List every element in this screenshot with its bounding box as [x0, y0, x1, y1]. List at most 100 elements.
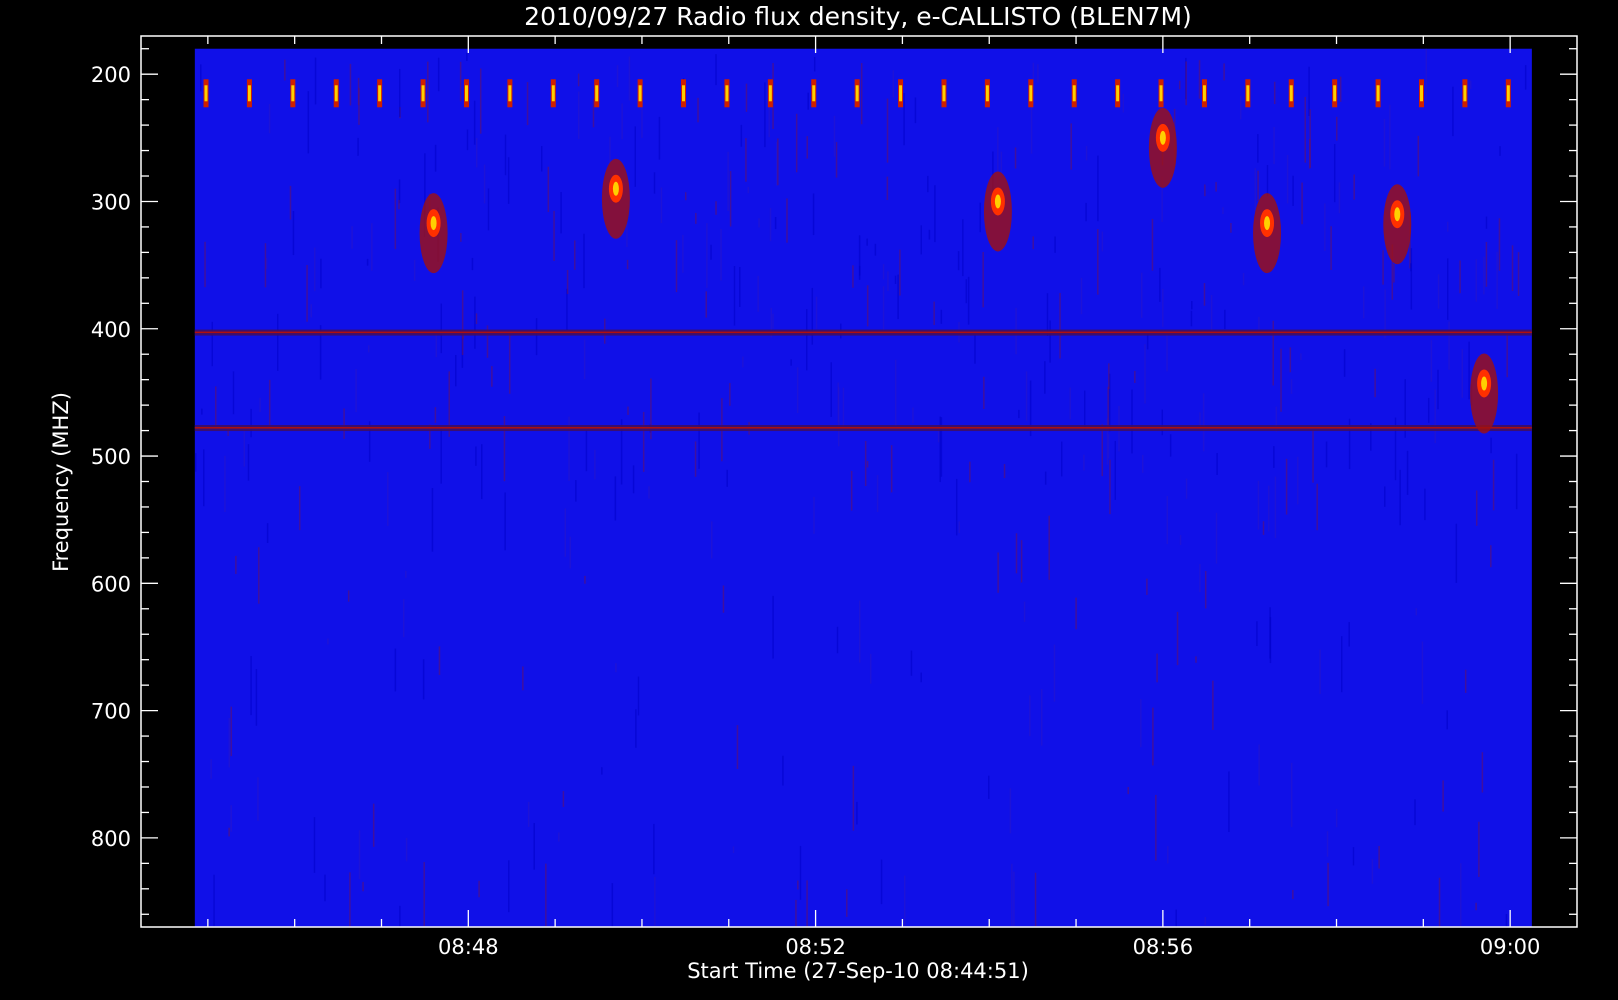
noise-streak — [583, 233, 585, 289]
noise-streak — [1228, 771, 1230, 833]
noise-streak — [255, 669, 258, 726]
y-tick-label: 700 — [91, 700, 131, 724]
noise-streak — [257, 777, 259, 821]
noise-streak — [266, 523, 269, 543]
noise-streak — [858, 600, 861, 663]
noise-streak — [440, 427, 442, 484]
noise-streak — [1032, 236, 1034, 250]
noise-streak — [903, 93, 905, 146]
noise-streak — [914, 97, 917, 124]
noise-streak — [1097, 155, 1099, 222]
noise-streak — [460, 233, 462, 242]
noise-streak — [1343, 349, 1346, 377]
noise-streak — [1393, 263, 1395, 283]
noise-streak — [1483, 256, 1485, 295]
noise-streak — [358, 830, 361, 880]
noise-streak — [1464, 669, 1467, 693]
y-tick-label: 200 — [91, 63, 131, 87]
noise-streak — [1159, 267, 1161, 302]
noise-streak — [1286, 155, 1289, 204]
noise-streak — [621, 103, 623, 140]
noise-streak — [615, 663, 617, 673]
noise-streak — [1204, 184, 1206, 197]
noise-streak — [1425, 48, 1427, 104]
noise-streak — [1297, 456, 1299, 505]
noise-streak — [842, 387, 845, 428]
noise-streak — [1085, 145, 1088, 161]
noise-streak — [799, 845, 802, 900]
noise-streak — [745, 138, 747, 182]
noise-streak — [769, 208, 772, 242]
interference-core — [725, 85, 729, 102]
noise-streak — [1316, 483, 1318, 531]
noise-streak — [1175, 909, 1177, 927]
noise-streak — [836, 626, 839, 654]
noise-streak — [250, 655, 252, 716]
y-tick-label: 600 — [91, 572, 131, 596]
burst-core — [430, 216, 437, 231]
noise-streak — [811, 287, 814, 345]
burst-core — [612, 181, 619, 196]
noise-streak — [1161, 409, 1164, 436]
noise-streak — [903, 875, 906, 926]
noise-streak — [899, 249, 901, 296]
noise-streak — [210, 759, 212, 779]
noise-streak — [860, 63, 863, 125]
noise-streak — [897, 274, 899, 320]
noise-streak — [306, 264, 308, 322]
noise-streak — [471, 257, 474, 271]
noise-streak — [1199, 563, 1201, 593]
noise-streak — [626, 259, 629, 270]
interference-core — [247, 85, 251, 102]
noise-streak — [967, 276, 970, 325]
noise-streak — [1155, 794, 1157, 861]
noise-streak — [757, 275, 759, 312]
noise-streak — [1446, 710, 1448, 730]
noise-streak — [1060, 441, 1063, 477]
noise-streak — [1257, 134, 1259, 163]
noise-streak — [706, 223, 708, 288]
x-tick-label: 08:52 — [785, 935, 846, 959]
noise-streak — [413, 259, 416, 281]
noise-streak — [1304, 96, 1307, 163]
noise-streak — [507, 157, 510, 204]
noise-streak — [1049, 320, 1051, 363]
noise-streak — [934, 185, 936, 243]
noise-streak — [1468, 341, 1470, 400]
noise-streak — [487, 188, 490, 231]
noise-streak — [1185, 478, 1188, 499]
interference-core — [899, 85, 903, 102]
noise-streak — [1000, 151, 1003, 176]
noise-streak — [431, 487, 434, 552]
noise-streak — [434, 407, 437, 423]
noise-streak — [955, 478, 958, 536]
x-tick-label: 09:00 — [1480, 935, 1541, 959]
noise-streak — [642, 411, 645, 472]
interference-core — [942, 85, 946, 102]
noise-streak — [1410, 248, 1413, 310]
noise-streak — [1097, 229, 1099, 295]
noise-streak — [1312, 430, 1314, 483]
noise-streak — [628, 56, 631, 101]
noise-streak — [1273, 446, 1275, 468]
noise-streak — [594, 449, 596, 480]
noise-streak — [1421, 641, 1424, 704]
noise-streak — [1202, 393, 1205, 452]
noise-streak — [1273, 126, 1275, 165]
noise-streak — [1122, 93, 1124, 113]
interference-core — [1072, 85, 1076, 102]
noise-streak — [894, 275, 897, 284]
noise-streak — [876, 475, 879, 512]
noise-streak — [194, 453, 197, 472]
noise-streak — [1195, 656, 1197, 663]
noise-streak — [289, 185, 292, 220]
noise-streak — [1399, 469, 1401, 526]
noise-streak — [367, 345, 370, 353]
noise-streak — [1069, 387, 1071, 420]
noise-streak — [1185, 61, 1187, 106]
burst-core — [994, 194, 1001, 209]
noise-streak — [850, 470, 853, 511]
interference-core — [682, 85, 686, 102]
noise-streak — [1146, 333, 1149, 350]
noise-streak — [864, 441, 867, 486]
